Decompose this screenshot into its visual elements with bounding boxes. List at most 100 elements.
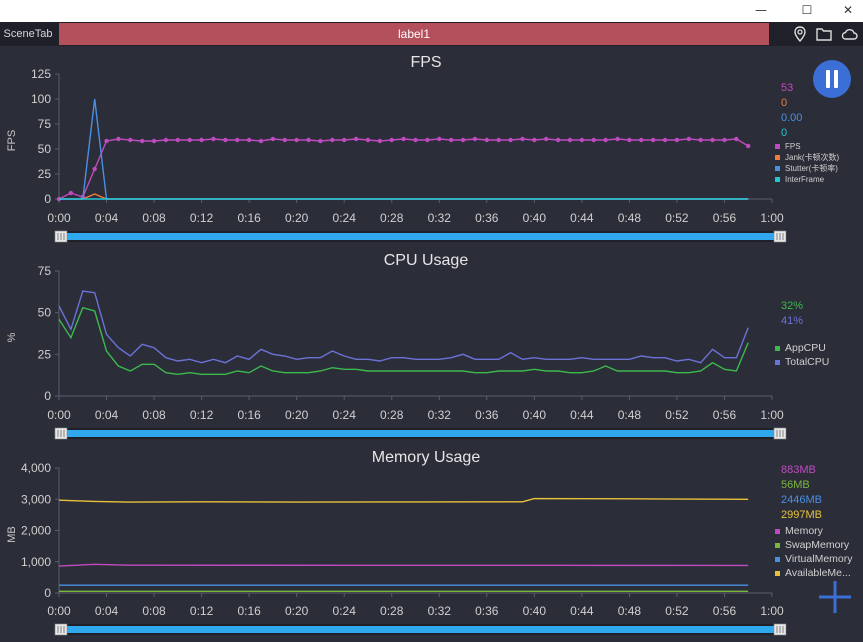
x-tick-label: 1:00 xyxy=(760,604,784,618)
x-tick-label: 1:00 xyxy=(760,408,784,422)
x-tick-label: 1:00 xyxy=(760,211,784,225)
charts-area: FPS FPS 0 25 50 75 100 125 0:00 0:04 0:08 0:12 0:16 0… xyxy=(6,54,853,636)
data-point xyxy=(246,137,252,143)
x-tick-label: 0:32 xyxy=(428,604,452,618)
x-tick-label: 0:48 xyxy=(618,211,642,225)
legend-label: TotalCPU xyxy=(785,356,829,368)
data-point xyxy=(139,138,145,144)
x-tick-label: 0:12 xyxy=(190,408,214,422)
data-point xyxy=(294,137,299,143)
x-tick-label: 0:04 xyxy=(95,211,119,225)
data-point xyxy=(92,166,97,172)
scene-tab[interactable]: SceneTab xyxy=(0,22,56,46)
y-tick-label: 4,000 xyxy=(21,461,51,475)
legend-swatch xyxy=(775,529,780,534)
x-tick-label: 0:56 xyxy=(713,408,737,422)
x-tick-label: 0:40 xyxy=(523,211,547,225)
add-icon[interactable] xyxy=(819,581,851,613)
slider-handle-left[interactable] xyxy=(54,230,68,243)
chart-panel-1: CPU Usage% 0 25 50 75 0:00 0:04 0:08 0:12 0:16 0:2… xyxy=(6,252,829,440)
legend-swatch xyxy=(775,155,780,160)
y-axis-label: % xyxy=(6,332,18,342)
data-point xyxy=(746,143,751,149)
y-tick-label: 100 xyxy=(31,92,51,106)
x-tick-label: 0:16 xyxy=(237,211,261,225)
series-line-2 xyxy=(59,98,749,200)
folder-icon[interactable] xyxy=(815,25,833,43)
legend-label: AppCPU xyxy=(785,342,826,354)
location-icon[interactable] xyxy=(791,25,809,43)
x-tick-label: 0:52 xyxy=(665,211,689,225)
cloud-icon[interactable] xyxy=(840,25,858,43)
data-point xyxy=(187,137,192,143)
x-tick-label: 0:12 xyxy=(190,211,214,225)
active-label-tab[interactable]: label1 xyxy=(59,23,769,45)
chart-panel-2: Memory Usage MB 0 1,000 2,000 3,000 4,000 0:00 0… xyxy=(6,449,853,636)
legend-value: 0 xyxy=(781,97,787,109)
legend-label: AvailableMe... xyxy=(785,567,851,579)
slider-handle-right[interactable] xyxy=(773,230,787,243)
data-point xyxy=(282,137,287,143)
x-tick-label: 0:40 xyxy=(523,604,547,618)
x-tick-label: 0:12 xyxy=(190,604,214,618)
x-tick-label: 0:52 xyxy=(665,408,689,422)
data-point xyxy=(377,138,383,144)
x-tick-label: 0:52 xyxy=(665,604,689,618)
y-tick-label: 1,000 xyxy=(21,555,51,569)
legend-swatch xyxy=(775,166,780,171)
data-point xyxy=(484,137,489,143)
data-point xyxy=(306,137,311,143)
legend-value: 56MB xyxy=(781,479,810,491)
data-point xyxy=(639,137,644,143)
data-point xyxy=(437,136,442,142)
data-point xyxy=(520,136,525,142)
close-button[interactable]: ✕ xyxy=(833,0,863,22)
pause-button[interactable] xyxy=(813,60,851,98)
x-tick-label: 0:16 xyxy=(237,604,261,618)
x-tick-label: 0:00 xyxy=(47,408,71,422)
slider-handle-left[interactable] xyxy=(54,427,68,440)
maximize-button[interactable]: ☐ xyxy=(792,0,822,22)
window-titlebar: — ☐ ✕ xyxy=(0,0,863,22)
x-tick-label: 0:48 xyxy=(618,408,642,422)
slider-range xyxy=(66,626,774,633)
data-point xyxy=(318,138,323,144)
range-slider-2[interactable] xyxy=(54,623,787,636)
y-tick-label: 50 xyxy=(38,142,52,156)
y-axis-label: MB xyxy=(6,526,18,543)
slider-handle-right[interactable] xyxy=(773,427,787,440)
y-tick-label: 25 xyxy=(38,167,52,181)
y-tick-label: 50 xyxy=(38,306,52,320)
x-tick-label: 0:16 xyxy=(237,408,261,422)
chart-title: CPU Usage xyxy=(384,252,469,269)
legend-swatch xyxy=(775,571,780,576)
x-tick-label: 0:00 xyxy=(47,604,71,618)
data-point xyxy=(567,137,573,143)
minimize-button[interactable]: — xyxy=(746,0,776,22)
legend-value: 0.00 xyxy=(781,112,802,124)
x-tick-label: 0:36 xyxy=(475,604,499,618)
series-line-1 xyxy=(59,193,749,200)
data-point xyxy=(330,137,335,143)
legend-label: InterFrame xyxy=(785,175,825,184)
y-tick-label: 0 xyxy=(44,389,51,403)
legend-label: Stutter(卡顿率) xyxy=(785,163,838,173)
legend-swatch xyxy=(775,144,780,149)
data-point xyxy=(104,138,109,144)
y-tick-label: 75 xyxy=(38,264,52,278)
slider-handle-left[interactable] xyxy=(54,623,68,636)
chart-title: FPS xyxy=(410,54,441,71)
data-point xyxy=(650,137,656,143)
x-tick-label: 0:20 xyxy=(285,408,309,422)
range-slider-1[interactable] xyxy=(54,427,787,440)
range-slider-0[interactable] xyxy=(54,230,787,243)
legend-value: 32% xyxy=(781,300,803,312)
slider-handle-right[interactable] xyxy=(773,623,787,636)
data-point xyxy=(448,137,454,143)
x-tick-label: 0:28 xyxy=(380,604,404,618)
data-point xyxy=(425,137,430,143)
data-point xyxy=(544,136,549,142)
data-point xyxy=(211,136,216,142)
x-tick-label: 0:44 xyxy=(570,211,594,225)
slider-range xyxy=(66,430,774,437)
